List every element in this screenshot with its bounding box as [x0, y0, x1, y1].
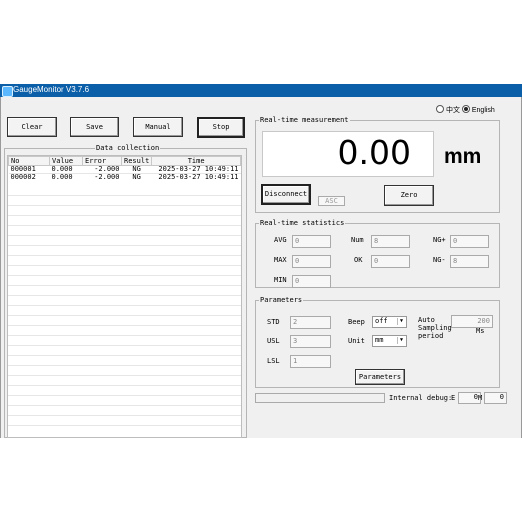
- usl-field[interactable]: 3: [290, 335, 331, 348]
- beep-label: Beep: [348, 318, 365, 326]
- language-english-label: English: [471, 107, 495, 114]
- debug-label: Internal debug:: [389, 394, 453, 402]
- parameters-button[interactable]: Parameters: [355, 369, 405, 385]
- data-table[interactable]: No Value Error Result Time 000001 0.000 …: [7, 155, 242, 438]
- avg-label: AVG: [274, 236, 287, 244]
- table-row[interactable]: 000002 0.000 -2.000 NG 2025-03-27 10:49:…: [8, 173, 241, 181]
- lsl-field[interactable]: 1: [290, 355, 331, 368]
- measurement-title: Real-time measurement: [259, 116, 350, 124]
- ng-plus-field: 0: [450, 235, 489, 248]
- unit-select[interactable]: mm ▼: [372, 335, 407, 347]
- usl-label: USL: [267, 337, 280, 345]
- cell-no: 000002: [8, 173, 50, 181]
- radio-chinese[interactable]: [436, 105, 444, 113]
- cell-value: 0.000: [49, 173, 83, 181]
- table-empty-rows: [8, 186, 241, 426]
- manual-button[interactable]: Manual: [133, 117, 183, 137]
- num-field: 8: [371, 235, 410, 248]
- cell-result: NG: [121, 173, 152, 181]
- min-label: MIN: [274, 276, 287, 284]
- cell-error: -2.000: [82, 173, 122, 181]
- mode-indicator: ASC: [318, 196, 345, 206]
- max-label: MAX: [274, 256, 287, 264]
- language-chinese-label: 中文: [445, 107, 460, 114]
- unit-value: mm: [375, 336, 384, 344]
- ok-field: 0: [371, 255, 410, 268]
- max-field: 0: [292, 255, 331, 268]
- period-label: period: [418, 332, 444, 340]
- lsl-label: LSL: [267, 357, 280, 365]
- window-title-bar[interactable]: GaugeMonitor V3.7.6: [0, 84, 522, 97]
- save-button[interactable]: Save: [70, 117, 119, 137]
- cell-time: 2025-03-27 10:49:11: [151, 173, 241, 181]
- std-field[interactable]: 2: [290, 316, 331, 329]
- statistics-title: Real-time statistics: [259, 219, 346, 227]
- app-icon: [2, 86, 13, 97]
- zero-button[interactable]: Zero: [384, 185, 434, 206]
- avg-field: 0: [292, 235, 331, 248]
- chevron-down-icon: ▼: [397, 337, 405, 344]
- window-title: GaugeMonitor V3.7.6: [13, 85, 90, 94]
- auto-label: Auto: [418, 316, 435, 324]
- sampling-period-field[interactable]: 200: [451, 315, 493, 328]
- clear-button[interactable]: Clear: [7, 117, 57, 137]
- beep-select[interactable]: off ▼: [372, 316, 407, 328]
- debug-m-label: M: [478, 394, 483, 402]
- ok-label: OK: [354, 256, 363, 264]
- sampling-label: Sampling: [418, 324, 452, 332]
- debug-e-label: E: [451, 394, 456, 402]
- language-selector: 中文 English: [436, 105, 495, 115]
- min-field: 0: [292, 275, 331, 288]
- std-label: STD: [267, 318, 280, 326]
- disconnect-button[interactable]: Disconnect: [261, 184, 311, 205]
- debug-m-field: 0: [484, 392, 507, 404]
- measurement-display: 0.00: [262, 131, 434, 177]
- num-label: Num: [351, 236, 364, 244]
- radio-english[interactable]: [461, 105, 470, 113]
- data-collection-title: Data collection: [95, 144, 161, 152]
- ng-plus-label: NG+: [433, 236, 446, 244]
- measurement-unit: mm: [444, 145, 482, 168]
- beep-value: off: [375, 317, 388, 325]
- status-bar: [255, 393, 385, 403]
- ng-minus-label: NG-: [433, 256, 446, 264]
- unit-label: Unit: [348, 337, 365, 345]
- stop-button[interactable]: Stop: [197, 117, 245, 138]
- parameters-title: Parameters: [259, 296, 304, 304]
- ng-minus-field: 8: [450, 255, 489, 268]
- measurement-value: 0.00: [337, 133, 411, 172]
- sampling-unit-label: Ms: [476, 327, 485, 335]
- chevron-down-icon: ▼: [397, 318, 405, 325]
